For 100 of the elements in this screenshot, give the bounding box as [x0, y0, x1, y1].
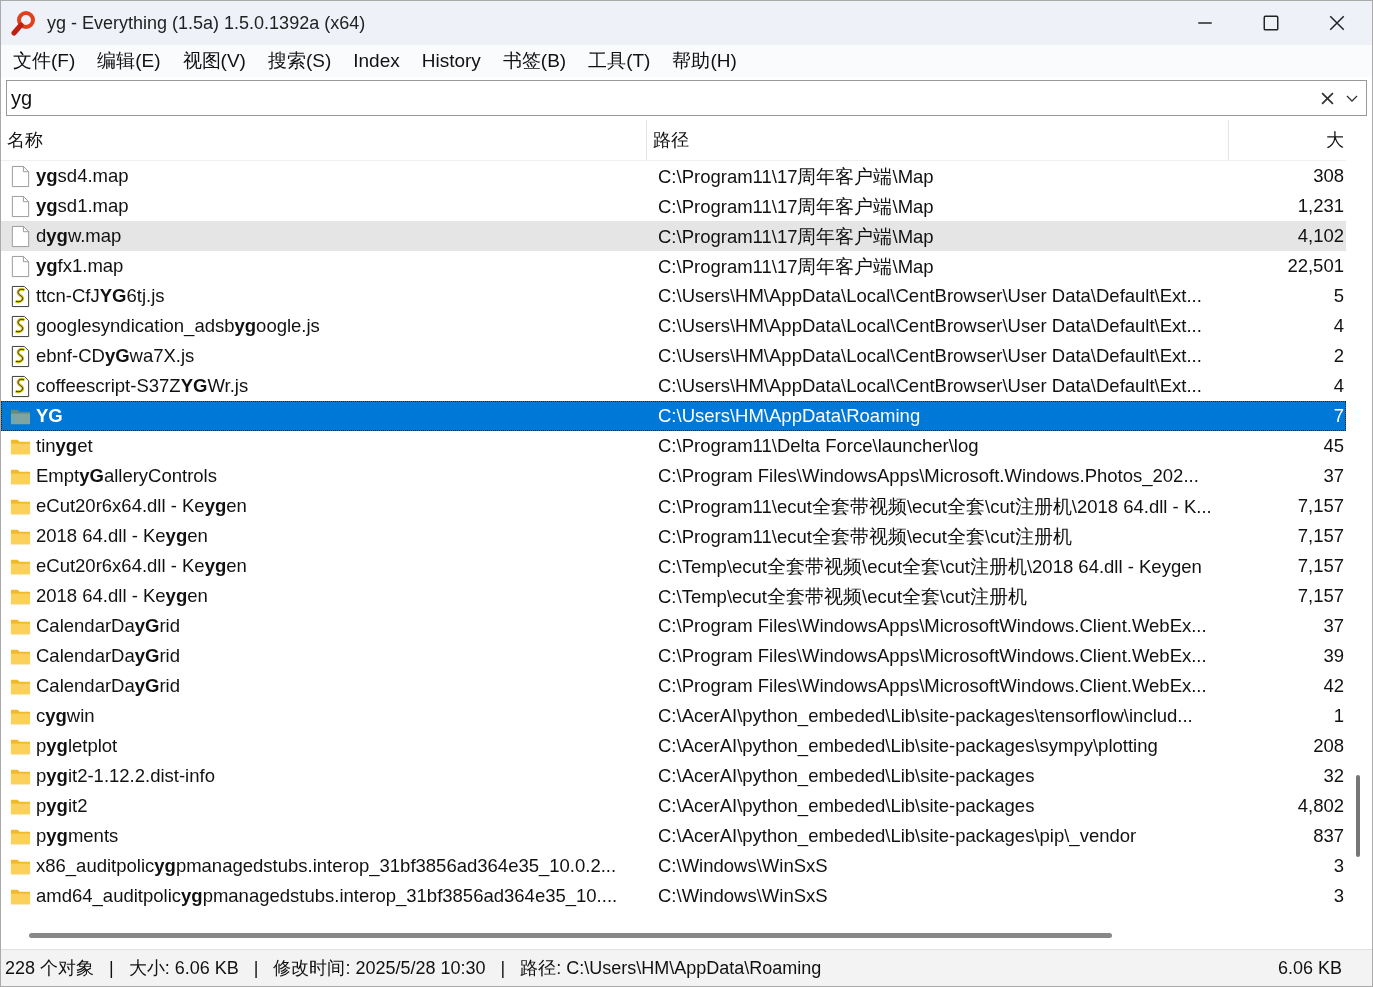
status-text: 大小: 6.06 KB: [128, 957, 239, 980]
menu-item[interactable]: Index: [353, 50, 400, 72]
file-name[interactable]: dygw.map: [36, 225, 122, 247]
menu-item[interactable]: 视图(V): [182, 48, 246, 74]
file-name[interactable]: CalendarDayGrid: [36, 615, 180, 637]
file-path: C:\Program11\17周年客户端\Map: [657, 164, 935, 189]
file-name[interactable]: googlesyndication_adsbygoogle.js: [36, 315, 320, 337]
file-name[interactable]: tinyget: [36, 435, 93, 457]
menu-item[interactable]: 帮助(H): [672, 48, 737, 74]
file-name[interactable]: x86_auditpolicygpmanagedstubs.interop_31bf3856ad364e35_10.0.2...: [36, 855, 617, 877]
file-name[interactable]: eCut20r6x64.dll - Keygen: [36, 555, 247, 577]
file-name[interactable]: EmptyGalleryControls: [36, 465, 217, 487]
file-path: C:\Program11\17周年客户端\Map: [657, 254, 935, 279]
file-name[interactable]: ygfx1.map: [36, 255, 124, 277]
menu-item[interactable]: History: [421, 50, 481, 72]
file-name[interactable]: cygwin: [36, 705, 95, 727]
menu-item[interactable]: 编辑(E): [97, 48, 161, 74]
status-text: 路径: C:\Users\HM\AppData\Roaming: [520, 957, 822, 980]
clear-icon[interactable]: [1321, 92, 1334, 105]
script-file-icon: [10, 374, 31, 398]
file-name[interactable]: ebnf-CDyGwa7X.js: [36, 345, 195, 367]
chevron-down-icon[interactable]: [1346, 95, 1358, 103]
script-file-icon: [10, 344, 31, 368]
file-size: 42: [1322, 675, 1345, 697]
column-header[interactable]: 路径: [647, 120, 1229, 160]
file-path: C:\AcerAI\python_embeded\Lib\site-packages\pip\_vendor: [657, 825, 1138, 847]
menu-item[interactable]: 书签(B): [502, 48, 567, 74]
file-size: 2: [1332, 345, 1345, 367]
column-header[interactable]: 大: [1229, 120, 1346, 160]
file-path: C:\AcerAI\python_embeded\Lib\site-packages: [657, 795, 1036, 817]
file-name[interactable]: 2018 64.dll - Keygen: [36, 525, 208, 547]
file-name[interactable]: pygit2-1.12.2.dist-info: [36, 765, 215, 787]
file-size: 7,157: [1296, 555, 1345, 577]
file-name[interactable]: coffeescript-S37ZYGWr.js: [36, 375, 249, 397]
file-size: 4: [1332, 375, 1345, 397]
menu-item[interactable]: 搜索(S): [267, 48, 332, 74]
file-size: 32: [1322, 765, 1345, 787]
file-name[interactable]: pygit2: [36, 795, 88, 817]
file-path: C:\Temp\ecut全套带视频\ecut全套\cut注册机\2018 64.dll - Keygen: [657, 554, 1203, 579]
file-size: 1: [1332, 705, 1345, 727]
file-name[interactable]: ttcn-CfJYG6tj.js: [36, 285, 165, 307]
file-name[interactable]: ygsd4.map: [36, 165, 129, 187]
column-header[interactable]: 名称: [1, 120, 647, 160]
file-size: 7,157: [1296, 525, 1345, 547]
file-icon: [10, 224, 31, 248]
file-path: C:\Users\HM\AppData\Local\CentBrowser\User Data\Default\Ext...: [657, 315, 1203, 337]
file-path: C:\Users\HM\AppData\Local\CentBrowser\User Data\Default\Ext...: [657, 345, 1203, 367]
script-file-icon: [10, 314, 31, 338]
file-size: 4,102: [1296, 225, 1345, 247]
file-path: C:\Users\HM\AppData\Local\CentBrowser\User Data\Default\Ext...: [657, 285, 1203, 307]
file-icon: [10, 164, 31, 188]
scrollbar-thumb[interactable]: [1356, 775, 1360, 857]
file-name[interactable]: eCut20r6x64.dll - Keygen: [36, 495, 247, 517]
file-name[interactable]: amd64_auditpolicygpmanagedstubs.interop_31bf3856ad364e35_10....: [36, 885, 618, 907]
script-file-icon: [10, 284, 31, 308]
file-name[interactable]: CalendarDayGrid: [36, 675, 180, 697]
file-icon: [10, 254, 31, 278]
magnifier-icon: [11, 10, 37, 36]
window-title: yg - Everything (1.5a) 1.5.0.1392a (x64): [47, 12, 366, 34]
file-path: C:\Program11\ecut全套带视频\ecut全套\cut注册机\2018 64.dll - K...: [657, 494, 1213, 519]
file-icon: [10, 194, 31, 218]
close-icon[interactable]: [1328, 14, 1346, 32]
file-path: C:\Users\HM\AppData\Roaming: [657, 405, 922, 427]
file-path: C:\Program11\17周年客户端\Map: [657, 224, 935, 249]
file-path: C:\Users\HM\AppData\Local\CentBrowser\User Data\Default\Ext...: [657, 375, 1203, 397]
file-size: 5: [1332, 285, 1345, 307]
file-path: C:\AcerAI\python_embeded\Lib\site-packages\tensorflow\includ...: [657, 705, 1194, 727]
file-size: 22,501: [1286, 255, 1345, 277]
file-size: 7,157: [1296, 585, 1345, 607]
file-path: C:\AcerAI\python_embeded\Lib\site-packages: [657, 765, 1036, 787]
file-size: 37: [1322, 615, 1345, 637]
file-size: 7: [1332, 405, 1345, 427]
file-size: 45: [1322, 435, 1345, 457]
file-name[interactable]: ygsd1.map: [36, 195, 129, 217]
menu-item[interactable]: 工具(T): [588, 48, 651, 74]
search-field[interactable]: yg: [6, 80, 1367, 116]
file-path: C:\Program11\17周年客户端\Map: [657, 194, 935, 219]
file-size: 208: [1312, 735, 1345, 757]
file-path: C:\Temp\ecut全套带视频\ecut全套\cut注册机: [657, 584, 1028, 609]
file-name[interactable]: pygletplot: [36, 735, 118, 757]
file-path: C:\Program11\Delta Force\launcher\log: [657, 435, 980, 457]
status-text: |: [109, 957, 114, 979]
file-name[interactable]: CalendarDayGrid: [36, 645, 180, 667]
file-size: 37: [1322, 465, 1345, 487]
status-text: 6.06 KB: [1277, 957, 1343, 979]
file-size: 39: [1322, 645, 1345, 667]
file-name[interactable]: YG: [36, 405, 63, 427]
menu-item[interactable]: 文件(F): [13, 48, 76, 74]
maximize-icon[interactable]: [1262, 14, 1280, 32]
file-name[interactable]: 2018 64.dll - Keygen: [36, 585, 208, 607]
status-text: 修改时间: 2025/5/28 10:30: [273, 957, 486, 980]
file-name[interactable]: pygments: [36, 825, 119, 847]
file-size: 3: [1332, 855, 1345, 877]
file-path: C:\Program Files\WindowsApps\MicrosoftWindows.Client.WebEx...: [657, 675, 1208, 697]
file-path: C:\Program Files\WindowsApps\MicrosoftWindows.Client.WebEx...: [657, 615, 1208, 637]
status-text: |: [500, 957, 506, 979]
file-path: C:\Program Files\WindowsApps\MicrosoftWindows.Client.WebEx...: [657, 645, 1208, 667]
file-path: C:\AcerAI\python_embeded\Lib\site-packages\sympy\plotting: [657, 735, 1159, 757]
file-path: C:\Windows\WinSxS: [657, 885, 829, 907]
scrollbar-thumb[interactable]: [29, 933, 1112, 938]
